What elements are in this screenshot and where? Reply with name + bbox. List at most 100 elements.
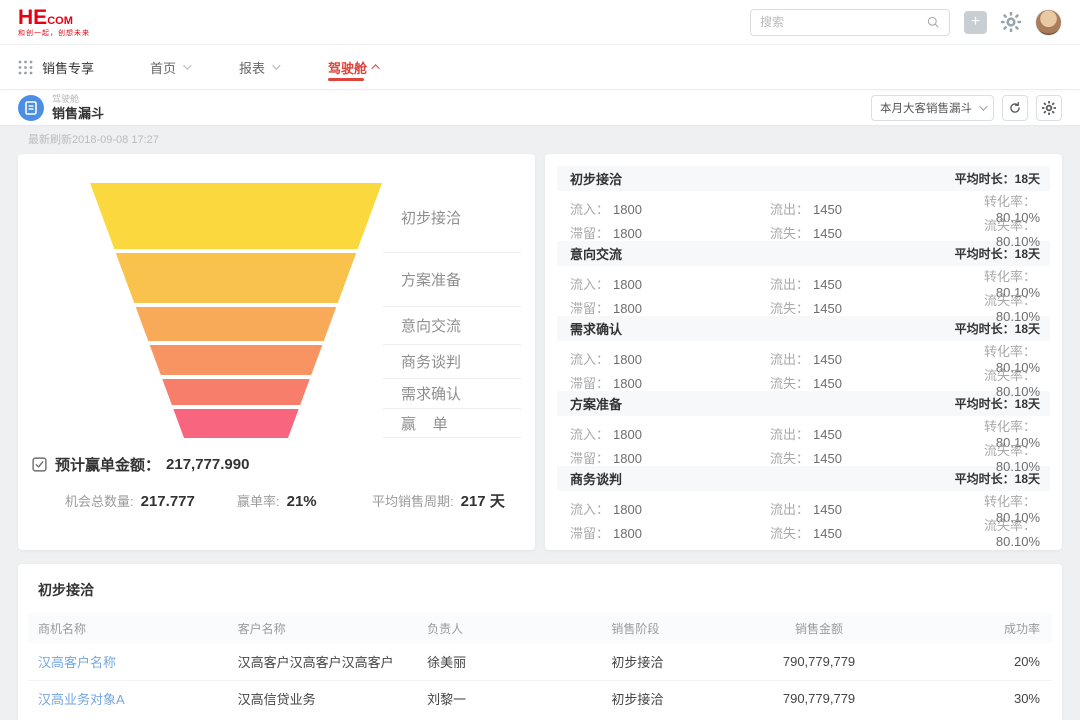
metric: 流入：1800 — [570, 349, 770, 368]
metric: 滞留：1800 — [570, 448, 770, 467]
metric: 流入：1800 — [570, 274, 770, 293]
funnel-segment-5[interactable] — [162, 379, 309, 405]
duration-value: 18天 — [1015, 397, 1040, 411]
table-row[interactable]: 汉高客户名称汉高客户汉高客户汉高客户徐美丽初步接洽790,779,77920% — [28, 643, 1052, 680]
funnel-segment-4[interactable] — [150, 345, 323, 375]
chevron-down-icon — [183, 61, 191, 69]
funnel-segment-1[interactable] — [90, 183, 382, 249]
stage-section-header: 方案准备平均时长：18天 — [557, 391, 1050, 416]
table-cell: 20% — [909, 643, 1052, 680]
stage-duration: 平均时长：18天 — [955, 470, 1040, 487]
duration-value: 18天 — [1015, 472, 1040, 486]
table-column-header: 销售阶段 — [601, 613, 729, 643]
metric: 流失：1450 — [770, 523, 940, 542]
gear-icon[interactable] — [1001, 12, 1021, 32]
metric-label: 滞留： — [570, 376, 609, 391]
metric-value: 1800 — [613, 202, 642, 217]
nav-item-2[interactable]: 报表 — [239, 45, 278, 89]
stage-section: 方案准备平均时长：18天流入：1800流出：1450转化率：80.10%滞留：1… — [557, 391, 1050, 464]
funnel-stage-label: 商务谈判 — [383, 345, 521, 379]
metric-label: 流入： — [570, 202, 609, 217]
workspace-switcher[interactable]: 销售专享 — [18, 58, 94, 77]
metric-value: 1450 — [813, 226, 842, 241]
funnel-segment-2[interactable] — [116, 253, 356, 303]
search-input[interactable] — [760, 15, 926, 29]
table-cell: 初步接洽 — [601, 643, 729, 680]
table-column-header: 销售金额 — [729, 613, 908, 643]
metric-label: 流入： — [570, 352, 609, 367]
metric-label: 流入： — [570, 277, 609, 292]
brand-logo: HECOM 和创一起，创想未来 — [18, 7, 90, 37]
nav-item-label: 首页 — [150, 58, 176, 77]
metric-label: 流失率： — [984, 443, 1036, 458]
global-search[interactable] — [750, 9, 950, 36]
user-avatar[interactable] — [1035, 9, 1062, 36]
metric: 流出：1450 — [770, 199, 940, 218]
stage-title: 需求确认 — [570, 319, 622, 338]
stage-section-header: 意向交流 平均时长：18天 — [557, 241, 1050, 266]
refresh-icon — [1008, 101, 1022, 115]
stage-panel: 初步接洽平均时长：18天流入：1800流出：1450转化率：80.10%滞留：1… — [557, 166, 1050, 539]
stat-label: 赢单率: — [237, 494, 280, 509]
metric-label: 流入： — [570, 502, 609, 517]
stage-section: 需求确认平均时长：18天流入：1800流出：1450转化率：80.10%滞留：1… — [557, 316, 1050, 389]
funnel-scope-select[interactable]: 本月大客销售漏斗 — [871, 95, 994, 121]
expected-value: 217,777.990 — [166, 456, 249, 473]
metric-label: 转化率： — [984, 419, 1036, 434]
metric-label: 滞留： — [570, 226, 609, 241]
metric: 流失：1450 — [770, 298, 940, 317]
duration-label: 平均时长： — [955, 322, 1015, 336]
refresh-button[interactable] — [1002, 95, 1028, 121]
funnel-segment-6[interactable] — [173, 409, 298, 438]
table-row[interactable]: 汉高业务对象A汉高信贷业务刘黎一初步接洽790,779,77930% — [28, 680, 1052, 717]
metric-label: 流失： — [770, 451, 809, 466]
metric-row: 滞留：1800流失：1450流失率：80.10% — [557, 515, 1050, 539]
metric-label: 转化率： — [984, 269, 1036, 284]
stage-title: 意向交流 — [570, 244, 622, 263]
metric-value: 1800 — [613, 502, 642, 517]
table-cell: 徐美丽 — [417, 643, 601, 680]
metric-label: 流失率： — [984, 368, 1036, 383]
metric: 滞留：1800 — [570, 223, 770, 242]
last-refresh-note: 最新刷新2018-09-08 17:27 — [28, 133, 1062, 147]
funnel-segment-3[interactable] — [136, 307, 337, 341]
stat-value: 217.777 — [141, 493, 195, 510]
table-cell: 790,779,779 — [729, 680, 908, 717]
metric-row: 流入：1800流出：1450转化率：80.10% — [557, 266, 1050, 290]
metric: 流失：1450 — [770, 373, 940, 392]
table-cell: 初步接洽 — [601, 680, 729, 717]
funnel-stat: 机会总数量: 217.777 — [65, 491, 237, 511]
nav-item-label: 驾驶舱 — [328, 58, 367, 77]
stat-label: 机会总数量: — [65, 494, 134, 509]
stage-section-header: 需求确认平均时长：18天 — [557, 316, 1050, 341]
table-body: 汉高客户名称汉高客户汉高客户汉高客户徐美丽初步接洽790,779,77920%汉… — [28, 643, 1052, 717]
metric-row: 滞留：1800流失：1450流失率：80.10% — [557, 440, 1050, 464]
opportunity-table-card: 初步接洽 商机名称客户名称负责人销售阶段销售金额成功率 汉高客户名称汉高客户汉高… — [18, 564, 1062, 720]
funnel-stat: 赢单率:21% — [237, 491, 372, 511]
metric: 流失率：80.10% — [940, 215, 1040, 249]
opportunity-link[interactable]: 汉高业务对象A — [28, 680, 228, 717]
duration-label: 平均时长： — [955, 247, 1015, 261]
metric-label: 流出： — [770, 502, 809, 517]
funnel-stat: 平均销售周期:217 天 — [372, 490, 505, 511]
settings-button[interactable] — [1036, 95, 1062, 121]
metric: 滞留：1800 — [570, 523, 770, 542]
stage-duration: 平均时长：18天 — [955, 245, 1040, 262]
nav-item-3[interactable]: 驾驶舱 — [328, 45, 380, 89]
metric-value: 80.10% — [996, 534, 1040, 549]
opportunity-link[interactable]: 汉高客户名称 — [28, 643, 228, 680]
add-button[interactable]: + — [964, 11, 987, 34]
nav-item-1[interactable]: 首页 — [150, 45, 189, 89]
chevron-down-icon — [979, 102, 987, 110]
metric-label: 流失率： — [984, 293, 1036, 308]
metric-row: 流入：1800流出：1450转化率：80.10% — [557, 416, 1050, 440]
table-column-header: 客户名称 — [228, 613, 417, 643]
duration-label: 平均时长： — [955, 472, 1015, 486]
stage-title: 方案准备 — [570, 394, 622, 413]
page-title: 销售漏斗 — [52, 107, 104, 120]
funnel-chart[interactable] — [90, 183, 382, 438]
content-area: 最新刷新2018-09-08 17:27 初步接洽 方案准备 意向交流商务谈判 需求确… — [0, 125, 1080, 720]
metric-row: 流入：1800流出：1450转化率：80.10% — [557, 191, 1050, 215]
metric-value: 1450 — [813, 352, 842, 367]
dashboard-icon — [18, 95, 44, 121]
